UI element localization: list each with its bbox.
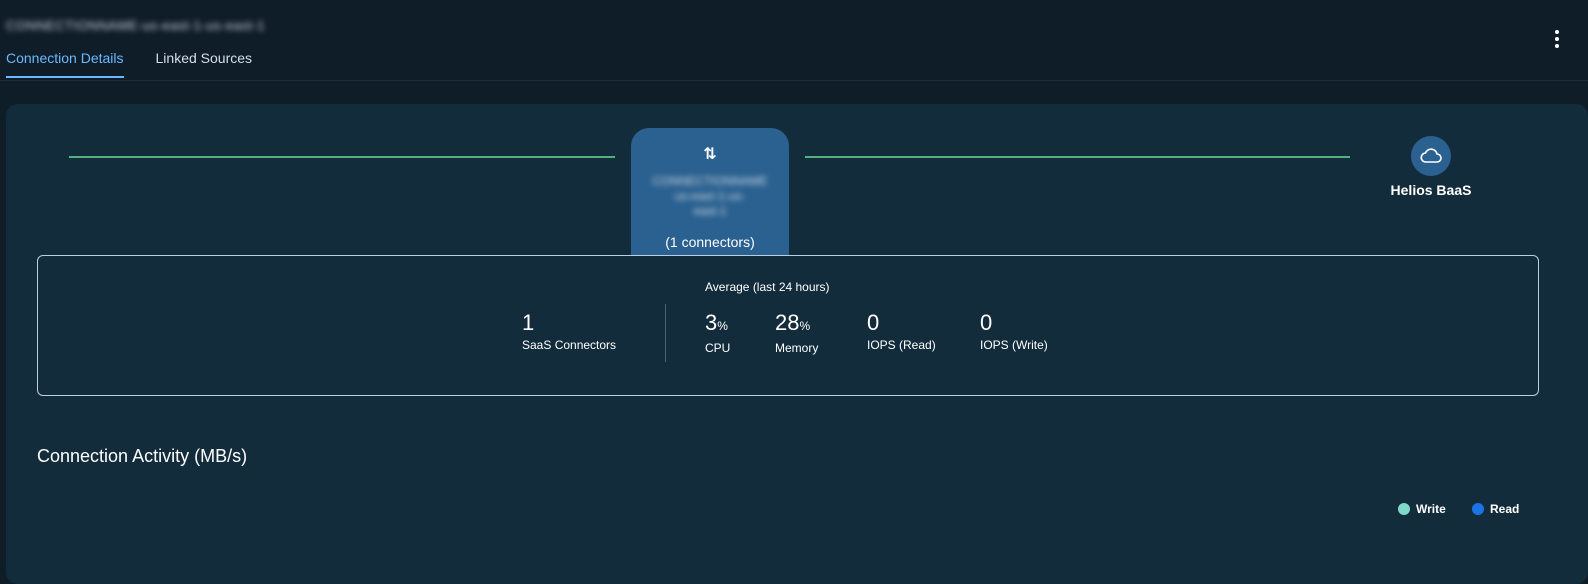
connection-activity-title: Connection Activity (MB/s): [37, 446, 248, 466]
connection-node-name: CONNECTIONNAME us-east-1-us- east-1: [652, 174, 768, 218]
tab-connection-details[interactable]: Connection Details: [6, 50, 124, 78]
cloud-icon: [1411, 136, 1451, 176]
legend-read[interactable]: Read: [1472, 502, 1519, 516]
connection-line-left: [69, 156, 615, 158]
connection-panel: ⇅ CONNECTIONNAME us-east-1-us- east-1 (1…: [6, 104, 1588, 584]
connection-line-right: [805, 156, 1350, 158]
iops-read-stat: 0 IOPS (Read): [867, 310, 936, 352]
memory-stat: 28% Memory: [775, 310, 819, 355]
legend-write[interactable]: Write: [1398, 502, 1446, 516]
tab-bar: Connection Details Linked Sources: [6, 50, 252, 78]
more-options-icon[interactable]: [1554, 30, 1560, 48]
tab-linked-sources[interactable]: Linked Sources: [156, 50, 253, 78]
stats-divider: [665, 304, 666, 362]
write-legend-dot: [1398, 503, 1410, 515]
saas-connectors-stat: 1 SaaS Connectors: [522, 310, 617, 352]
page-header: CONNECTIONNAME-us-east-1-us-east-1 Conne…: [0, 0, 1588, 81]
destination-label: Helios BaaS: [1390, 182, 1472, 198]
read-legend-dot: [1472, 503, 1484, 515]
data-transfer-icon: ⇅: [703, 146, 717, 163]
average-label: Average (last 24 hours): [705, 280, 830, 294]
iops-write-stat: 0 IOPS (Write): [980, 310, 1048, 352]
connection-title: CONNECTIONNAME-us-east-1-us-east-1: [6, 18, 265, 33]
connection-node[interactable]: ⇅ CONNECTIONNAME us-east-1-us- east-1 (1…: [631, 128, 789, 256]
destination-node[interactable]: Helios BaaS: [1386, 136, 1476, 198]
connectors-count: (1 connectors): [665, 234, 755, 250]
cpu-stat: 3% CPU: [705, 310, 731, 355]
stats-box: Average (last 24 hours) 1 SaaS Connector…: [37, 255, 1539, 396]
